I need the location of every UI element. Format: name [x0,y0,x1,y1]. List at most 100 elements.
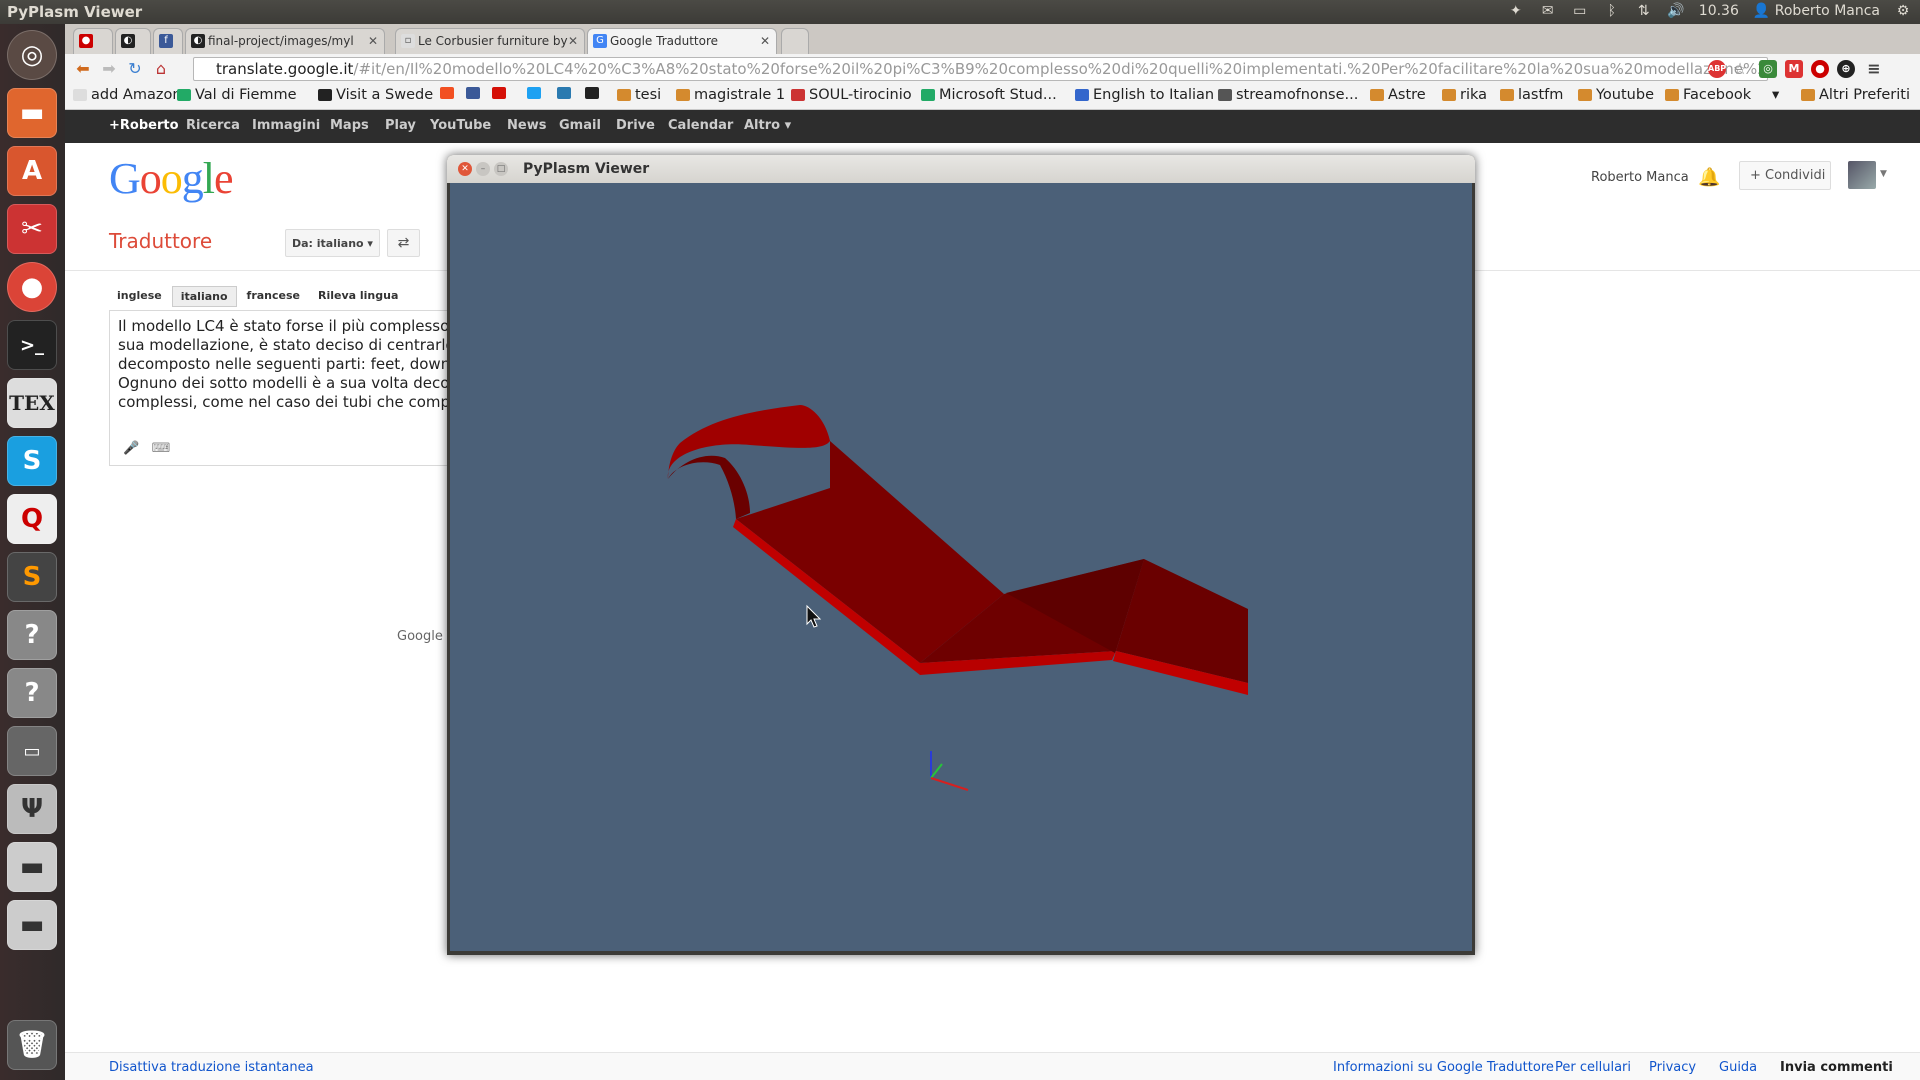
globe-icon[interactable]: ⊕ [1837,60,1855,78]
gmail-icon[interactable]: M [1785,60,1803,78]
notification-bell-icon[interactable]: 🔔 [1698,167,1720,188]
clock[interactable]: 10.36 [1699,3,1739,19]
bookmark-other-folder[interactable]: Altri Preferiti [1801,87,1910,103]
drive-icon[interactable]: ▬ [7,842,57,892]
extension-icon[interactable]: ◎ [1759,60,1777,78]
lang-tab-italian[interactable]: italiano [171,286,237,307]
reload-icon[interactable]: ↻ [125,59,145,79]
bookmark-rss[interactable] [585,87,599,99]
close-icon[interactable]: ✕ [760,34,770,48]
bookmark-folder[interactable]: Astre [1370,87,1426,103]
gbar-news[interactable]: News [507,118,546,133]
google-logo[interactable]: Google [109,153,234,204]
gbar-maps[interactable]: Maps [330,118,369,133]
bookmark-folder[interactable]: rika [1442,87,1487,103]
mobile-link[interactable]: Per cellulari [1555,1060,1631,1075]
bookmark-windows[interactable] [440,87,454,99]
gbar-images[interactable]: Immagini [252,118,320,133]
bookmark-item[interactable]: Val di Fiemme [177,87,297,103]
skype-icon[interactable]: S [7,436,57,486]
battery-icon[interactable]: ▭ [1571,2,1589,20]
dash-icon[interactable]: ◎ [7,30,57,80]
usb-icon[interactable]: Ψ [7,784,57,834]
bookmark-folder[interactable]: lastfm [1500,87,1563,103]
search-tool-icon[interactable]: Q [7,494,57,544]
gbar-youtube[interactable]: YouTube [430,118,491,133]
gbar-drive[interactable]: Drive [616,118,655,133]
send-feedback-link[interactable]: Invia commenti [1780,1060,1893,1075]
power-gear-icon[interactable]: ⚙ [1894,2,1912,20]
extension-icon[interactable]: ● [1811,60,1829,78]
bookmark-item[interactable]: Microsoft Stud... [921,87,1057,103]
bookmark-star-icon[interactable]: ☆ [1731,60,1749,78]
unknown-app-icon[interactable]: ? [7,610,57,660]
chrome-icon[interactable]: ● [7,262,57,312]
bookmark-facebook[interactable] [466,87,480,99]
bookmark-folder[interactable]: Facebook [1665,87,1751,103]
disable-instant-link[interactable]: Disattiva traduzione istantanea [109,1060,314,1075]
gbar-search[interactable]: Ricerca [186,118,240,133]
bookmark-folder[interactable]: magistrale 1 [676,87,785,103]
bookmark-item[interactable]: English to Italian [1075,87,1214,103]
gbar-gmail[interactable]: Gmail [559,118,601,133]
close-icon[interactable]: ✕ [458,162,472,176]
bookmark-item[interactable]: SOUL-tirocinio [791,87,912,103]
close-icon[interactable]: ✕ [568,34,578,48]
mail-icon[interactable]: ✉ [1539,2,1557,20]
menu-icon[interactable]: ≡ [1865,60,1883,78]
files-icon[interactable]: ▬ [7,88,57,138]
new-tab-button[interactable] [781,28,809,54]
maximize-icon[interactable]: □ [494,162,508,176]
trash-icon[interactable]: 🗑 [7,1020,57,1070]
tex-icon[interactable]: TEX [7,378,57,428]
home-icon[interactable]: ⌂ [151,59,171,79]
bookmark-folder[interactable]: tesi [617,87,661,103]
share-button[interactable]: + Condividi [1739,161,1831,190]
terminal-icon[interactable]: >_ [7,320,57,370]
close-icon[interactable]: ✕ [368,34,378,48]
address-bar[interactable]: translate.google.it/#it/en/Il%20modello%… [193,57,1768,81]
gbar-calendar[interactable]: Calendar [668,118,733,133]
minimize-icon[interactable]: – [476,162,490,176]
bookmark-item[interactable]: add Amazon [73,87,182,103]
tab-le-corbusier[interactable]: ▫ Le Corbusier furniture by ✕ [395,28,585,54]
keyboard-icon[interactable]: ⌨ [152,441,171,456]
swap-languages-icon[interactable]: ⇄ [387,229,420,257]
3d-viewport[interactable] [450,183,1472,951]
bookmark-twitter[interactable] [527,87,541,99]
tab-pinned[interactable]: ◐ [115,28,151,54]
tab-google-translate[interactable]: G Google Traduttore ✕ [587,28,777,54]
network-icon[interactable]: ⇅ [1635,2,1653,20]
bookmarks-overflow[interactable]: ▾ [1772,87,1779,103]
about-link[interactable]: Informazioni su Google Traduttore [1333,1060,1554,1075]
microphone-icon[interactable]: 🎤 [123,441,139,456]
source-language-dropdown[interactable]: Da: italiano ▾ [285,229,380,257]
bluetooth-icon[interactable]: ᛒ [1603,2,1621,20]
drive-icon[interactable]: ▬ [7,900,57,950]
lang-tab-french[interactable]: francese [239,286,308,307]
sublime-icon[interactable]: S [7,552,57,602]
help-link[interactable]: Guida [1719,1060,1757,1075]
tab-pinned[interactable]: ● [73,28,113,54]
settings-icon[interactable]: ✂ [7,204,57,254]
back-icon[interactable]: ⬅ [73,59,93,79]
chevron-down-icon[interactable]: ▼ [1880,169,1887,179]
bookmark-item[interactable]: streamofnonse... [1218,87,1358,103]
bookmark-item[interactable]: Visit a Swede [318,87,433,103]
software-center-icon[interactable]: A [7,146,57,196]
gbar-play[interactable]: Play [385,118,416,133]
forward-icon[interactable]: ➡ [99,59,119,79]
gbar-plus[interactable]: +Roberto [109,118,179,133]
account-name[interactable]: Roberto Manca [1591,170,1689,185]
unknown-app-icon[interactable]: ? [7,668,57,718]
tab-pinned[interactable]: f [153,28,183,54]
avatar[interactable] [1848,161,1876,189]
adblock-icon[interactable]: ABP [1708,60,1726,78]
window-icon[interactable]: ▭ [7,726,57,776]
dropbox-icon[interactable]: ✦ [1507,2,1525,20]
window-titlebar[interactable]: ✕ – □ PyPlasm Viewer [447,155,1475,183]
gbar-more[interactable]: Altro ▾ [744,118,791,133]
bookmark-site[interactable] [557,87,571,99]
lang-tab-english[interactable]: inglese [109,286,170,307]
bookmark-folder[interactable]: Youtube [1578,87,1654,103]
